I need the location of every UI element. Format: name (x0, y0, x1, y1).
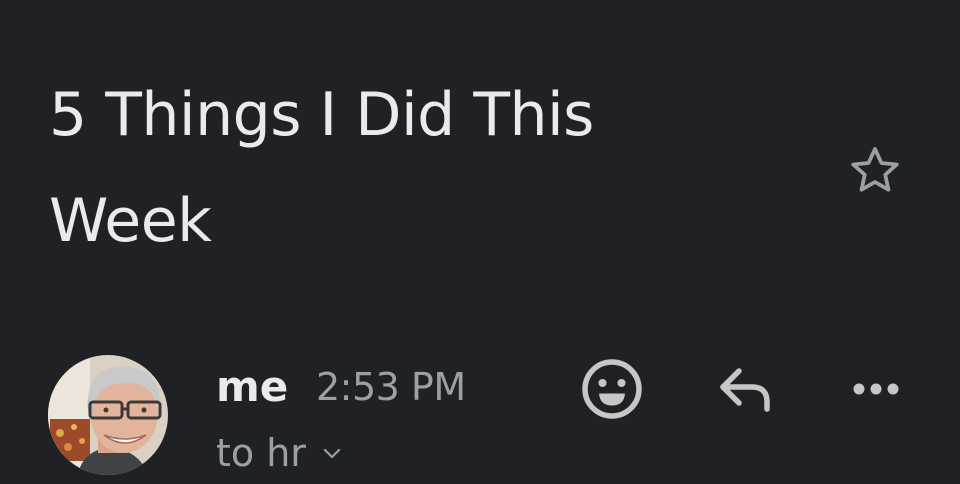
star-button[interactable] (840, 136, 910, 206)
sender-name[interactable]: me (216, 360, 288, 414)
recipients-label: to hr (216, 431, 306, 475)
recipients-toggle[interactable]: to hr (216, 428, 342, 478)
avatar-photo (48, 355, 168, 475)
emoji-reaction-icon (582, 359, 642, 419)
sent-time: 2:53 PM (316, 365, 466, 409)
chevron-down-icon (322, 446, 342, 460)
reply-button[interactable] (708, 353, 780, 425)
star-outline-icon (851, 147, 899, 192)
more-horizontal-icon (853, 383, 899, 395)
sender-avatar[interactable] (48, 355, 168, 475)
email-detail-screen: 5 Things I Did This Week me 2:53 PM to h… (0, 0, 960, 484)
more-options-button[interactable] (840, 353, 912, 425)
reply-icon (720, 368, 770, 412)
emoji-reaction-button[interactable] (576, 353, 648, 425)
email-subject: 5 Things I Did This Week (49, 80, 594, 256)
